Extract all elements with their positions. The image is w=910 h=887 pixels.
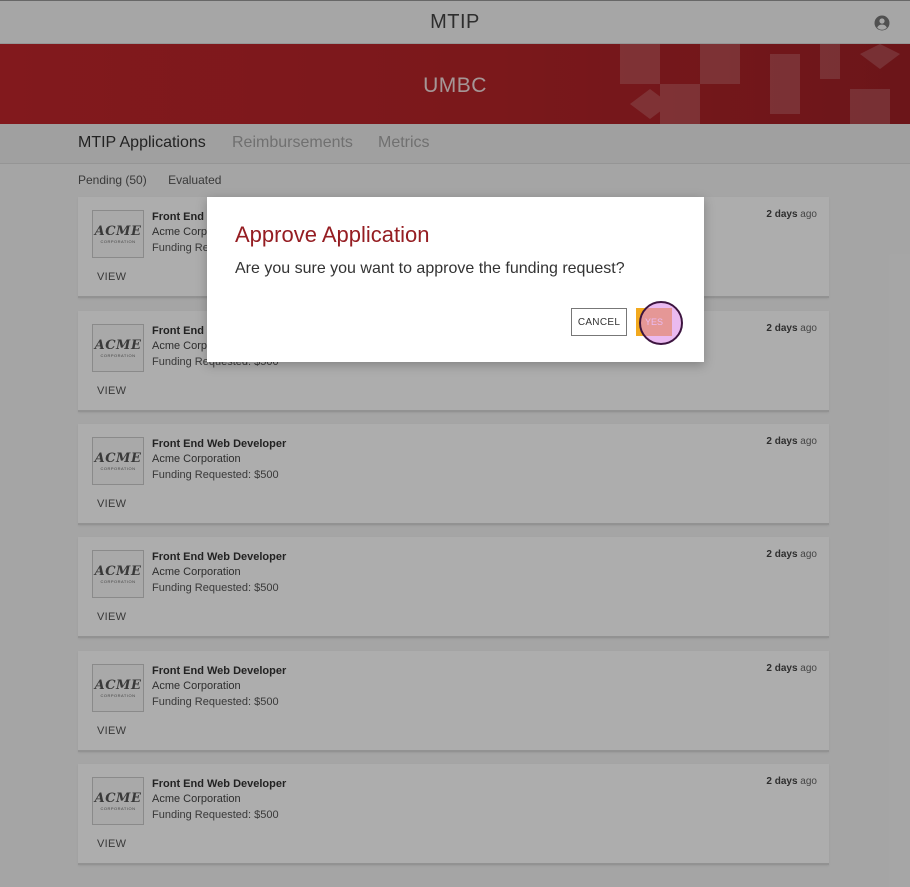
- cancel-button[interactable]: CANCEL: [571, 308, 627, 336]
- dialog-message: Are you sure you want to approve the fun…: [235, 260, 625, 277]
- dialog-title: Approve Application: [235, 222, 430, 247]
- approve-dialog: Approve Application Are you sure you wan…: [207, 197, 704, 362]
- modal-backdrop[interactable]: [0, 0, 910, 887]
- yes-button[interactable]: YES: [636, 308, 672, 336]
